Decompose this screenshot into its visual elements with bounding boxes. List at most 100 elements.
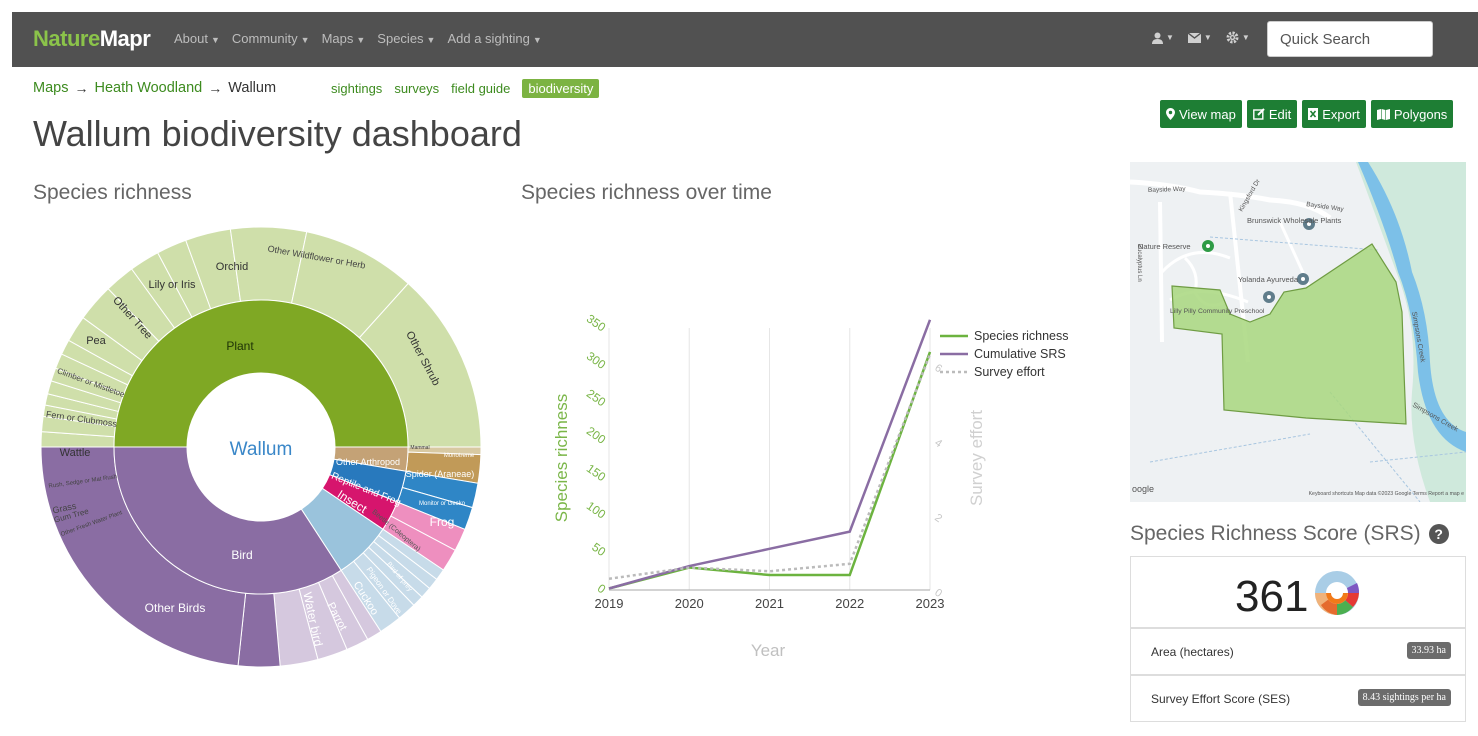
- chart-gridlines: [608, 328, 931, 591]
- polygons-button[interactable]: Polygons: [1370, 100, 1454, 128]
- x-tick-label: 2020: [675, 596, 704, 611]
- view-map-label: View map: [1179, 106, 1236, 122]
- caret-down-icon: ▼: [210, 35, 220, 45]
- brand-logo[interactable]: NatureMapr: [33, 26, 151, 52]
- breadcrumb-item[interactable]: Heath Woodland: [94, 80, 202, 96]
- legend-label[interactable]: Survey effort: [974, 365, 1045, 379]
- species-richness-sunburst: PlantBirdInsectOther Wildflower or HerbO…: [40, 226, 482, 668]
- ses-row: Survey Effort Score (SES) 8.43 sightings…: [1130, 675, 1466, 722]
- srs-value-box: 361: [1130, 556, 1466, 628]
- richness-over-time-chart: 050100150200250300350 0246 2019 2020 2021 2…: [552, 311, 1069, 660]
- ses-badge: 8.43 sightings per ha: [1357, 689, 1451, 706]
- y-tick-label: 50: [589, 540, 608, 559]
- ses-label: Survey Effort Score (SES): [1151, 692, 1291, 706]
- chart-y-axis-label: Species richness: [552, 394, 571, 523]
- species-richness-title: Species richness: [33, 181, 192, 204]
- breadcrumb: Maps → Heath Woodland → Wallum: [33, 80, 276, 96]
- area-badge: 33.93 ha: [1406, 642, 1451, 659]
- map-footer[interactable]: Keyboard shortcuts Map data ©2023 Google…: [1309, 490, 1465, 497]
- google-logo: oogle: [1132, 484, 1154, 494]
- nav-menu-item[interactable]: Community ▼: [232, 31, 310, 46]
- y-tick-label: 200: [584, 424, 609, 447]
- map-label: Nature Reserve: [1138, 242, 1191, 251]
- excel-file-icon: [1308, 108, 1319, 120]
- sunburst-label: Frog: [430, 515, 455, 529]
- caret-down-icon: ▼: [532, 35, 542, 45]
- sunburst-label: Mammal: [410, 445, 429, 451]
- y-tick-label: 300: [584, 349, 609, 372]
- sunburst-label: Lily or Iris: [148, 279, 196, 291]
- caret-down-icon: ▼: [356, 35, 366, 45]
- edit-button[interactable]: Edit: [1246, 100, 1298, 128]
- srs-value: 361: [1235, 572, 1309, 621]
- mail-icon[interactable]: ▼: [1187, 31, 1212, 44]
- area-label: Area (hectares): [1151, 645, 1234, 659]
- sunburst-label: Spider (Araneae): [406, 469, 475, 479]
- legend-label[interactable]: Species richness: [974, 329, 1069, 343]
- subnav-tabs: sightings surveys field guide biodiversity: [331, 79, 600, 98]
- y-tick-label: 150: [584, 461, 609, 484]
- map-label: Bayside Way: [1148, 186, 1187, 194]
- y-tick-label: 250: [584, 386, 609, 409]
- subnav-tab-biodiversity[interactable]: biodiversity: [522, 79, 600, 98]
- map-pin-icon: [1297, 273, 1309, 285]
- export-label: Export: [1322, 106, 1360, 122]
- x-tick-label: 2021: [755, 596, 784, 611]
- y2-tick-label: 4: [932, 437, 944, 450]
- action-buttons: View map Edit Export Polygons: [1160, 100, 1454, 128]
- chart-legend[interactable]: Species richness Cumulative SRS Survey eff…: [940, 329, 1069, 379]
- nav-menu: About ▼ Community ▼ Maps ▼ Species ▼ Add a sight…: [174, 31, 542, 46]
- subnav-tab-surveys[interactable]: surveys: [394, 81, 439, 96]
- map-marker-icon: [1166, 108, 1175, 120]
- y2-tick-label: 6: [932, 362, 944, 375]
- help-icon[interactable]: ?: [1428, 524, 1449, 544]
- nav-menu-item[interactable]: About ▼: [174, 31, 220, 46]
- sunburst-label: Wattle: [60, 447, 91, 459]
- chart-y2-ticks: 0246: [932, 362, 944, 600]
- sunburst-label: Orchid: [216, 261, 248, 273]
- chart-y-ticks: 0 50 100 150 200 250 300 350: [584, 311, 609, 596]
- x-tick-label: 2022: [835, 596, 864, 611]
- richness-over-time-title: Species richness over time: [521, 181, 772, 204]
- nav-menu-item[interactable]: Maps ▼: [322, 31, 366, 46]
- mini-sunburst-icon: [1315, 571, 1360, 615]
- view-map-button[interactable]: View map: [1160, 100, 1242, 128]
- x-tick-label: 2019: [595, 596, 624, 611]
- y-tick-label: 0: [595, 581, 609, 596]
- edit-icon: [1252, 108, 1265, 120]
- sunburst-center-label: Wallum: [230, 439, 293, 460]
- navbar: NatureMapr About ▼ Community ▼ Maps ▼ Species ▼…: [12, 12, 1478, 67]
- export-button[interactable]: Export: [1302, 100, 1366, 128]
- subnav-tab-sightings[interactable]: sightings: [331, 81, 382, 96]
- map-pin-icon: [1263, 291, 1275, 303]
- polygons-label: Polygons: [1393, 106, 1448, 122]
- subnav-tab-field-guide[interactable]: field guide: [451, 81, 510, 96]
- map-label: Yolanda Ayurveda: [1238, 275, 1299, 284]
- y2-tick-label: 2: [932, 512, 944, 525]
- sunburst-label: Plant: [226, 339, 254, 353]
- quick-search-input[interactable]: [1267, 21, 1433, 57]
- srs-title-text: Species Richness Score (SRS): [1130, 522, 1421, 545]
- map-canvas: Bayside WayBayside WayKingsford DrBrunsw…: [1130, 162, 1466, 502]
- sunburst-label: Bird: [231, 548, 252, 562]
- map-pin-icon: [1202, 240, 1214, 252]
- area-map[interactable]: Bayside Way Bayside Way Kingsford Dr Brunsw…: [1130, 162, 1466, 502]
- sunburst-label: Other Birds: [145, 601, 206, 615]
- sunburst-label: Monotreme: [444, 453, 475, 459]
- breadcrumb-item: Wallum: [228, 80, 277, 96]
- map-label: Eucalyptus Ln: [1136, 244, 1142, 282]
- legend-label[interactable]: Cumulative SRS: [974, 347, 1066, 361]
- user-icon[interactable]: ▼: [1152, 31, 1174, 44]
- breadcrumb-item[interactable]: Maps: [33, 80, 68, 96]
- chart-y2-axis-label: Survey effort: [967, 410, 986, 506]
- sunburst-label: Pea: [86, 335, 106, 347]
- gear-icon[interactable]: ▼: [1226, 31, 1250, 44]
- caret-down-icon: ▼: [300, 35, 310, 45]
- nav-menu-item[interactable]: Add a sighting ▼: [447, 31, 541, 46]
- arrow-right-icon: →: [208, 80, 223, 96]
- nav-menu-item[interactable]: Species ▼: [377, 31, 435, 46]
- page-title: Wallum biodiversity dashboard: [33, 113, 522, 154]
- map-label: Lilly Pilly Community Preschool: [1170, 308, 1265, 315]
- sunburst-label: Other Arthropod: [336, 457, 400, 467]
- map-icon: [1376, 108, 1390, 120]
